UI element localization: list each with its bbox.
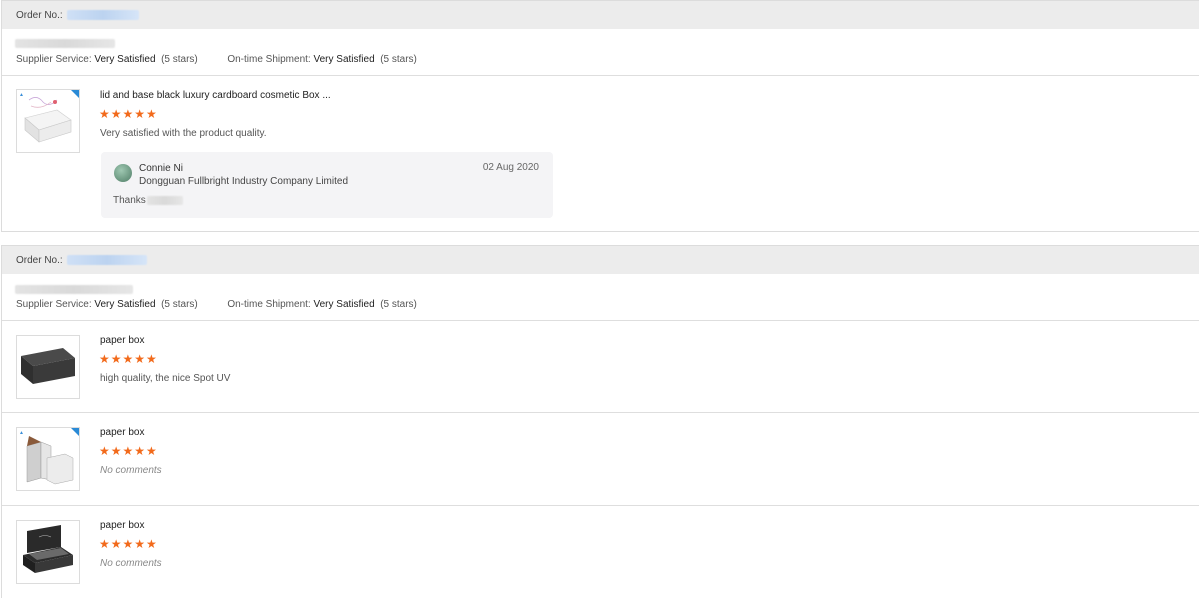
- supplier-service-value: Very Satisfied: [94, 299, 156, 310]
- white-folding-box-image: [26, 436, 74, 485]
- product-star-rating: ★★★★★: [99, 352, 158, 366]
- product-thumbnail[interactable]: ▲: [16, 427, 80, 491]
- review-comment: No comments: [100, 465, 162, 476]
- order-ratings: Supplier Service: Very Satisfied (5 star…: [16, 54, 417, 65]
- product-star-rating: ★★★★★: [99, 537, 158, 551]
- ontime-shipment-stars: (5 stars): [380, 299, 417, 310]
- product-thumbnail[interactable]: ▲: [16, 89, 80, 153]
- reply-text: Thanks: [113, 195, 183, 206]
- order-header: Order No.:: [2, 1, 1199, 29]
- white-box-image: [24, 97, 72, 143]
- product-title[interactable]: paper box: [100, 427, 144, 438]
- order-header: Order No.:: [2, 246, 1199, 274]
- product-title[interactable]: paper box: [100, 335, 144, 346]
- ontime-shipment-label: On-time Shipment:: [227, 54, 311, 65]
- product-thumbnail[interactable]: [16, 335, 80, 399]
- product-star-rating: ★★★★★: [99, 107, 158, 121]
- supplier-reply: Connie Ni Dongguan Fullbright Industry C…: [101, 152, 553, 218]
- order-card: Order No.: Supplier Service: Very Satisf…: [1, 245, 1199, 598]
- order-card: Order No.: Supplier Service: Very Satisf…: [1, 0, 1199, 232]
- buyer-name-redacted: [15, 39, 115, 51]
- ontime-shipment-value: Very Satisfied: [313, 54, 375, 65]
- divider: [2, 320, 1199, 321]
- order-number-redacted: [66, 255, 147, 265]
- divider: [2, 412, 1199, 413]
- black-box-image: [21, 348, 75, 384]
- supplier-service-stars: (5 stars): [161, 54, 198, 65]
- ontime-shipment-label: On-time Shipment:: [227, 299, 311, 310]
- supplier-service-stars: (5 stars): [161, 299, 198, 310]
- order-number-redacted: [66, 10, 139, 20]
- product-thumbnail[interactable]: [16, 520, 80, 584]
- divider: [2, 505, 1199, 506]
- order-ratings: Supplier Service: Very Satisfied (5 star…: [16, 299, 417, 310]
- product-title[interactable]: lid and base black luxury cardboard cosm…: [100, 90, 331, 101]
- reply-author-name: Connie Ni: [139, 163, 183, 174]
- reply-company: Dongguan Fullbright Industry Company Lim…: [139, 176, 348, 187]
- review-comment: No comments: [100, 558, 162, 569]
- order-no-label: Order No.:: [16, 254, 63, 266]
- review-comment: Very satisfied with the product quality.: [100, 128, 267, 139]
- buyer-name-redacted: [15, 285, 133, 297]
- supplier-service-label: Supplier Service:: [16, 54, 92, 65]
- ontime-shipment-stars: (5 stars): [380, 54, 417, 65]
- avatar: [114, 164, 132, 182]
- magnetic-gift-box-image: [23, 525, 73, 573]
- divider: [2, 75, 1199, 76]
- supplier-service-label: Supplier Service:: [16, 299, 92, 310]
- ontime-shipment-value: Very Satisfied: [313, 299, 375, 310]
- order-no-label: Order No.:: [16, 9, 63, 21]
- supplier-service-value: Very Satisfied: [94, 54, 156, 65]
- product-title[interactable]: paper box: [100, 520, 144, 531]
- reply-date: 02 Aug 2020: [482, 162, 539, 173]
- review-comment: high quality, the nice Spot UV: [100, 373, 231, 384]
- product-star-rating: ★★★★★: [99, 444, 158, 458]
